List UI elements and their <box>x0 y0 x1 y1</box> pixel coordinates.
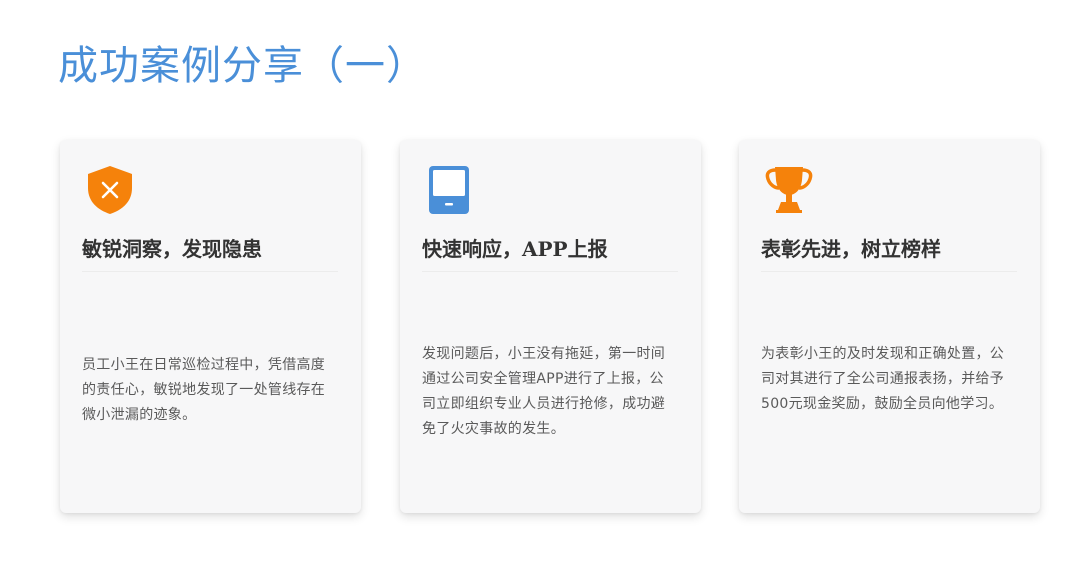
card-body-text: 发现问题后，小王没有拖延，第一时间通过公司安全管理APP进行了上报，公司立即组织… <box>422 346 666 437</box>
page-title: 成功案例分享（一） <box>58 43 427 89</box>
trophy-icon <box>764 164 814 216</box>
card-heading: 敏锐洞察，发现隐患 <box>82 237 262 261</box>
mobile-device-icon <box>425 164 475 216</box>
card-body-text: 员工小王在日常巡检过程中，凭借高度的责任心，敏锐地发现了一处管线存在微小泄漏的迹… <box>82 357 326 423</box>
shield-x-icon <box>85 164 135 216</box>
case-card-award: 表彰先进，树立榜样 为表彰小王的及时发现和正确处置，公司对其进行了全公司通报表扬… <box>739 140 1040 513</box>
case-card-report: 快速响应，APP上报 发现问题后，小王没有拖延，第一时间通过公司安全管理APP进… <box>400 140 701 513</box>
case-card-insight: 敏锐洞察，发现隐患 员工小王在日常巡检过程中，凭借高度的责任心，敏锐地发现了一处… <box>60 140 361 513</box>
card-heading: 快速响应，APP上报 <box>422 237 608 261</box>
card-divider <box>761 271 1017 272</box>
card-divider <box>422 271 678 272</box>
card-divider <box>82 271 338 272</box>
card-heading: 表彰先进，树立榜样 <box>761 237 941 261</box>
card-body-text: 为表彰小王的及时发现和正确处置，公司对其进行了全公司通报表扬，并给予500元现金… <box>761 346 1005 412</box>
